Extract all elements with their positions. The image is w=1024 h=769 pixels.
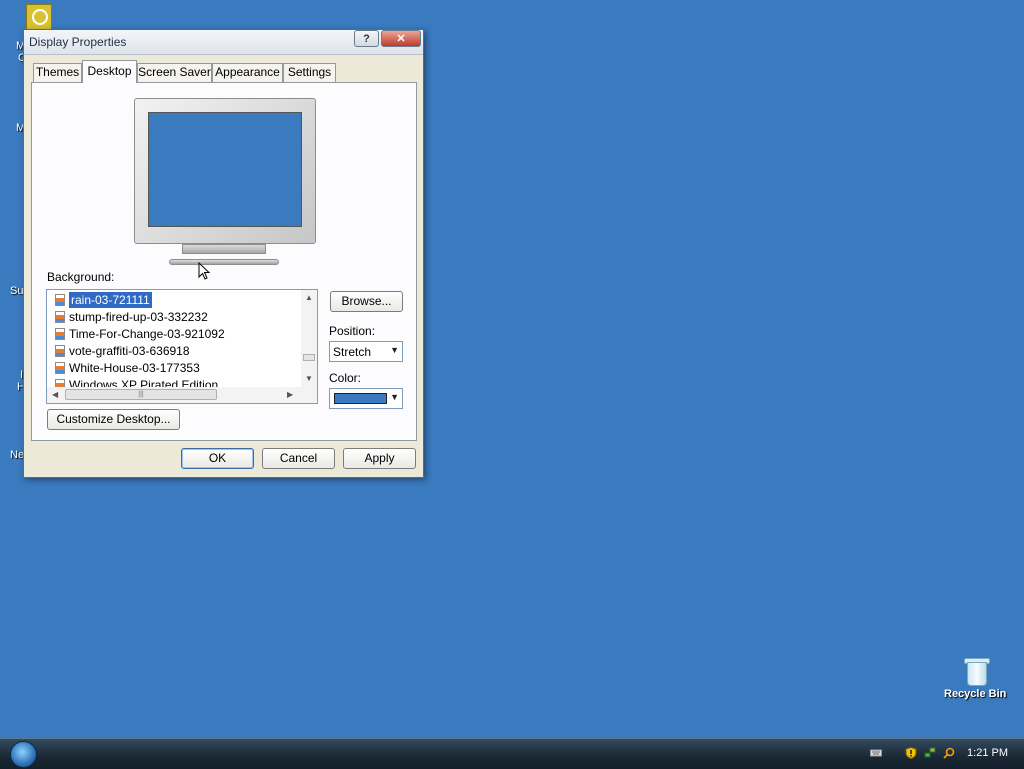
desktop-icon-label-fragment: Su [10,285,24,297]
desktop: M C M Su I H Ne Recycle Bin Display Prop… [0,0,1024,738]
tab-appearance[interactable]: Appearance [212,63,283,82]
tab-screen-saver[interactable]: Screen Saver [137,63,212,82]
tab-settings[interactable]: Settings [283,63,336,82]
scroll-up-icon[interactable]: ▲ [305,293,313,302]
list-item[interactable]: stump-fired-up-03-332232 [55,309,208,325]
list-item[interactable]: vote-graffiti-03-636918 [55,343,190,359]
mouse-cursor-icon [198,262,211,280]
list-item-label: vote-graffiti-03-636918 [69,344,190,358]
browse-button[interactable]: Browse... [330,291,403,312]
chevron-down-icon: ▼ [390,345,399,355]
image-file-icon [55,345,65,357]
image-file-icon [55,362,65,374]
desktop-preview-screen [148,112,302,227]
apply-button[interactable]: Apply [343,448,416,469]
list-item[interactable]: rain-03-721111 [55,292,152,308]
list-item-label: Time-For-Change-03-921092 [69,327,225,341]
network-icon[interactable] [924,747,936,759]
horizontal-scrollbar[interactable]: ◀ ||| ▶ [47,387,317,403]
position-value: Stretch [333,345,372,359]
ok-button[interactable]: OK [181,448,254,469]
monitor-preview [134,98,316,244]
scroll-right-icon[interactable]: ▶ [287,390,293,399]
image-file-icon [55,294,65,306]
tab-themes[interactable]: Themes [33,63,82,82]
tab-desktop[interactable]: Desktop [82,60,137,83]
horizontal-scroll-thumb[interactable]: ||| [65,389,217,400]
list-item[interactable]: Time-For-Change-03-921092 [55,326,225,342]
taskbar: 1:21 PM [0,738,1024,769]
recycle-bin[interactable]: Recycle Bin [944,656,1008,700]
list-item-label: stump-fired-up-03-332232 [69,310,208,324]
desktop-shortcut-icon[interactable] [26,4,52,30]
list-item[interactable]: White-House-03-177353 [55,360,200,376]
customize-desktop-button[interactable]: Customize Desktop... [47,409,180,430]
monitor-stand [182,244,266,254]
color-swatch [334,393,387,404]
desktop-icon-label-fragment: Ne [10,449,25,461]
color-picker-button[interactable]: ▼ [329,388,403,409]
keyboard-icon[interactable] [870,747,882,759]
color-label: Color: [329,371,362,385]
background-list[interactable]: rain-03-721111 stump-fired-up-03-332232 … [46,289,318,404]
vertical-scrollbar[interactable]: ▲ ▼ [301,290,317,387]
clock[interactable]: 1:21 PM [967,747,1008,759]
title-bar[interactable]: Display Properties ? ✕ [24,30,423,55]
image-file-icon [55,328,65,340]
cancel-button[interactable]: Cancel [262,448,335,469]
window-title: Display Properties [29,35,127,49]
list-item-label: White-House-03-177353 [69,361,200,375]
search-icon[interactable] [943,747,955,759]
position-label: Position: [329,324,376,338]
display-properties-dialog: Display Properties ? ✕ Themes Desktop Sc… [23,29,424,478]
position-dropdown[interactable]: Stretch ▼ [329,341,403,362]
recycle-bin-label: Recycle Bin [944,688,1007,700]
recycle-bin-icon [964,656,990,686]
monitor-base [169,259,279,265]
list-item-label: rain-03-721111 [69,292,152,308]
vertical-scroll-thumb[interactable] [303,354,315,361]
scroll-down-icon[interactable]: ▼ [305,374,313,383]
chevron-down-icon: ▼ [390,392,399,402]
help-button[interactable]: ? [354,30,379,47]
scroll-left-icon[interactable]: ◀ [52,390,58,399]
close-button[interactable]: ✕ [381,30,421,47]
start-button[interactable] [10,741,37,768]
image-file-icon [55,311,65,323]
background-label: Background: [47,270,115,284]
security-shield-icon[interactable] [905,747,917,759]
